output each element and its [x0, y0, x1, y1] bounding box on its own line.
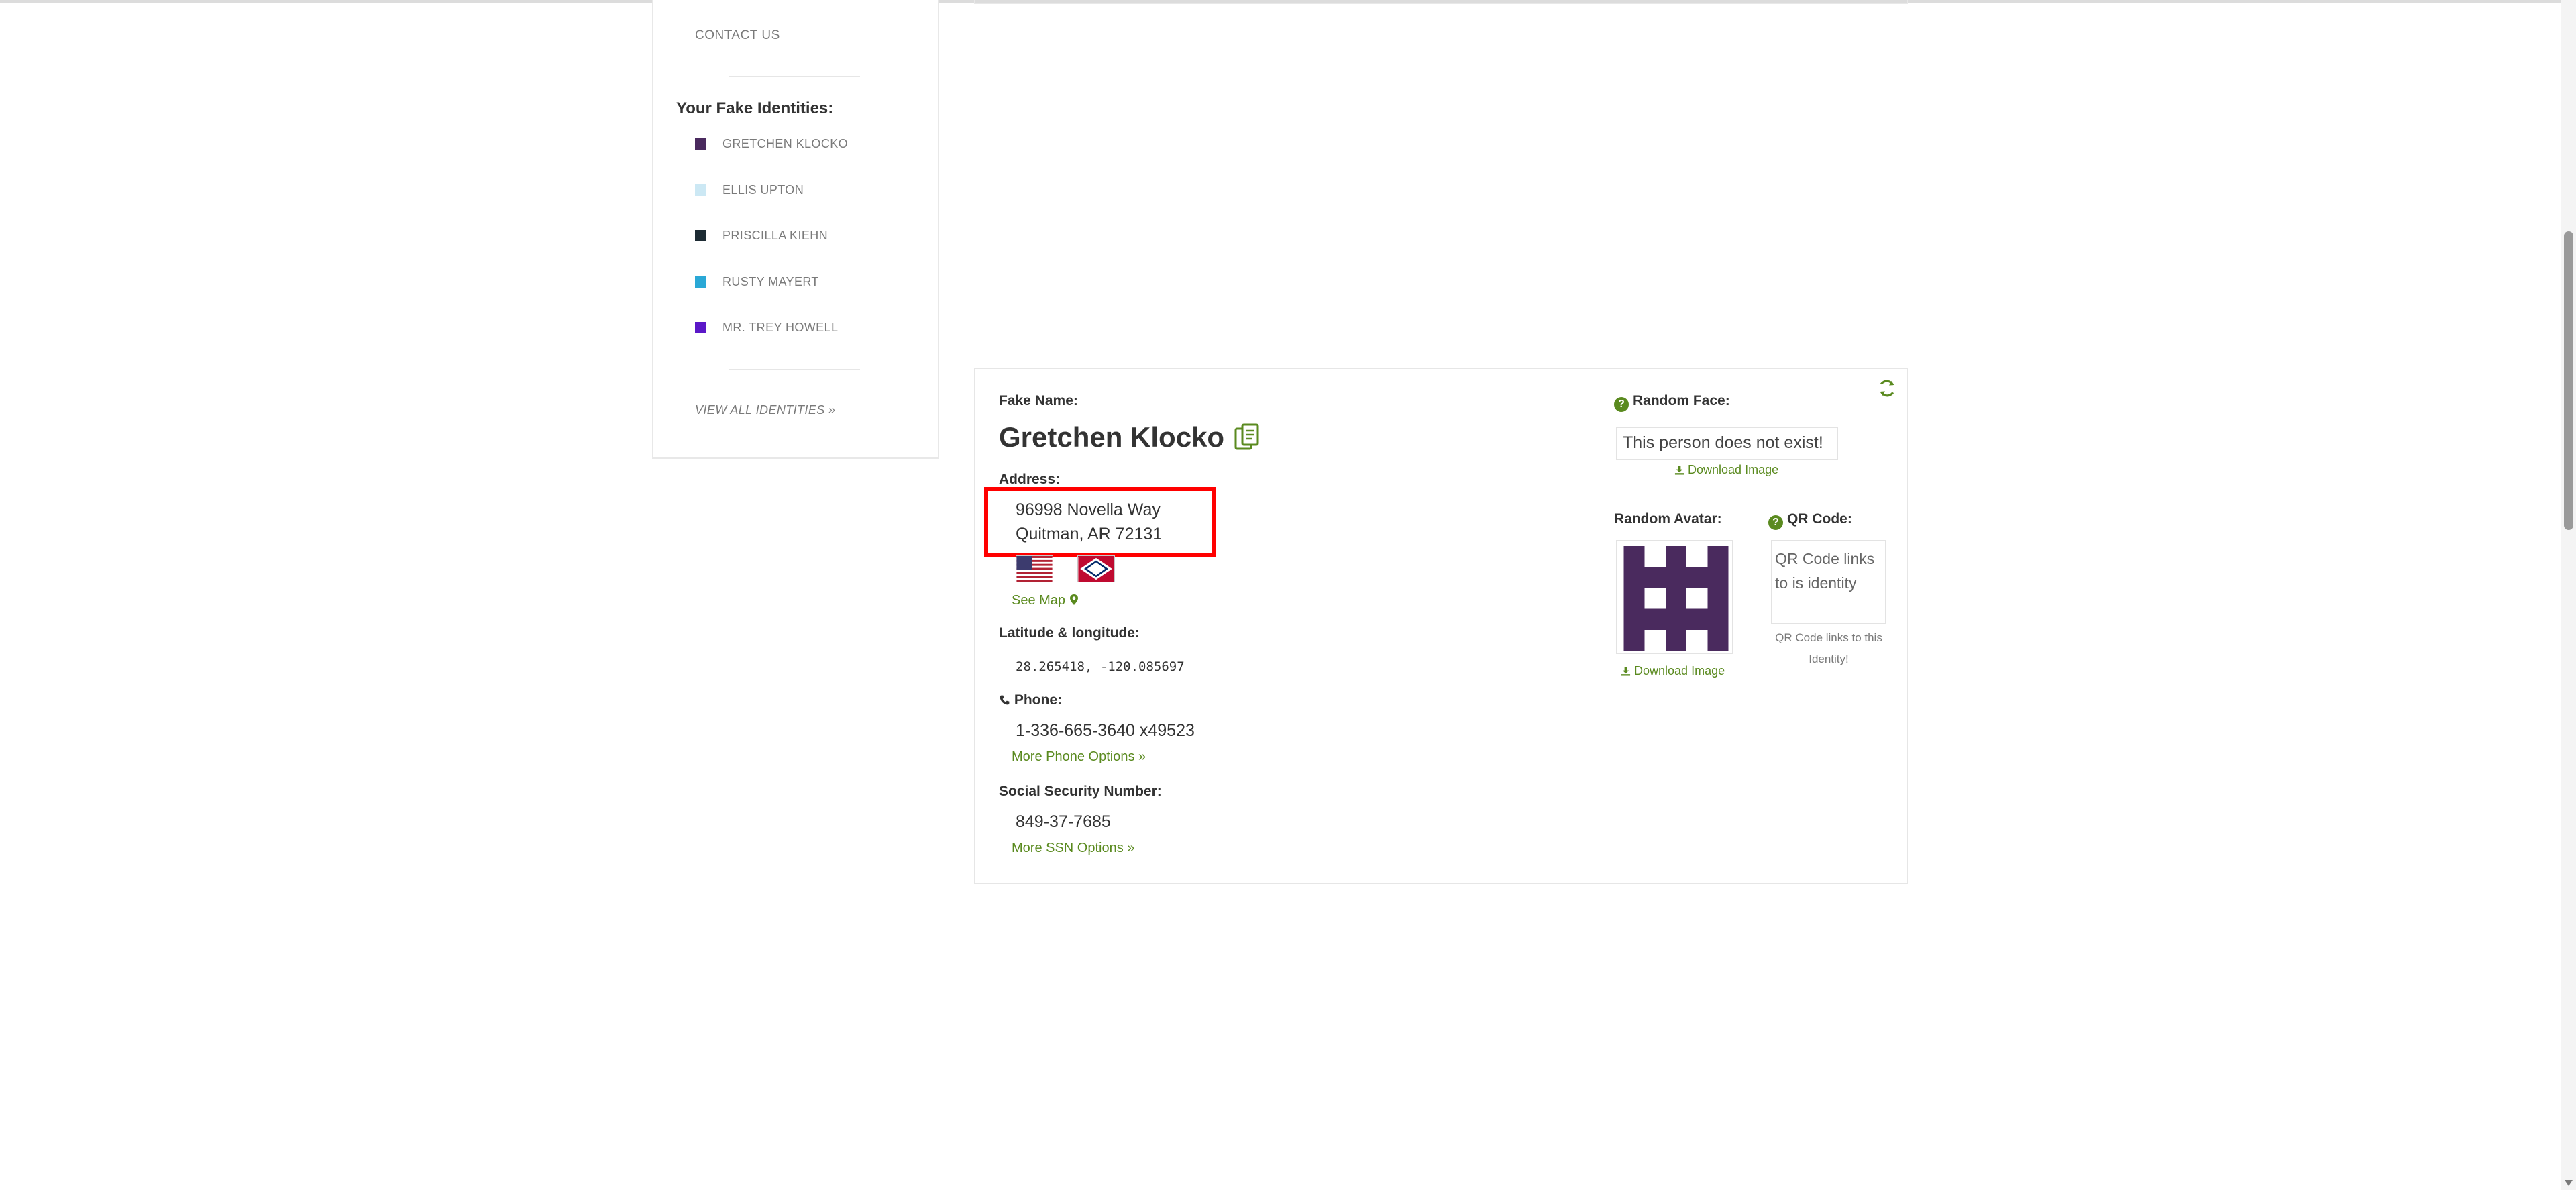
identities-heading: Your Fake Identities: — [676, 99, 834, 117]
random-face-label: Random Face: — [1633, 393, 1730, 409]
identity-item-label: MR. TREY HOWELL — [722, 320, 839, 334]
page: CONTACT US Your Fake Identities: GRETCHE… — [0, 0, 2576, 1190]
identity-swatch — [695, 321, 706, 333]
phone-value: 1-336-665-3640 x49523 — [1016, 721, 1195, 740]
scroll-down-arrow-icon[interactable] — [2565, 1180, 2573, 1186]
help-icon[interactable]: ? — [1614, 397, 1629, 412]
identity-item-priscilla-kiehn[interactable]: PRISCILLA KIEHN — [695, 225, 828, 246]
more-ssn-options-link[interactable]: More SSN Options » — [1012, 841, 1134, 856]
avatar-download-link[interactable]: Download Image — [1621, 664, 1725, 678]
more-phone-options-link[interactable]: More Phone Options » — [1012, 749, 1146, 765]
contact-us-link[interactable]: CONTACT US — [695, 28, 780, 43]
random-face-image: This person does not exist! — [1616, 427, 1838, 460]
identity-swatch — [695, 276, 706, 288]
arkansas-flag-icon — [1077, 555, 1115, 582]
fake-name-label: Fake Name: — [999, 393, 1078, 409]
identity-item-gretchen-klocko[interactable]: GRETCHEN KLOCKO — [695, 133, 848, 154]
face-download-label: Download Image — [1688, 463, 1779, 476]
latlong-value: 28.265418, -120.085697 — [1016, 659, 1185, 674]
identity-item-rusty-mayert[interactable]: RUSTY MAYERT — [695, 272, 819, 292]
qr-code-label: QR Code: — [1787, 511, 1852, 527]
copy-icon[interactable] — [1234, 423, 1260, 452]
qr-code-image: QR Code links to is identity — [1771, 540, 1886, 624]
latlong-label: Latitude & longitude: — [999, 625, 1140, 641]
phone-label-row: Phone: — [999, 692, 1062, 708]
avatar-download-label: Download Image — [1634, 664, 1725, 678]
address-label: Address: — [999, 472, 1061, 487]
view-all-identities-link[interactable]: VIEW ALL IDENTITIES » — [695, 403, 835, 417]
avatar-identicon — [1623, 546, 1729, 651]
identity-card: Fake Name: Gretchen Klocko Address: 9699… — [974, 368, 1908, 884]
identity-item-label: PRISCILLA KIEHN — [722, 228, 828, 242]
random-avatar-label: Random Avatar: — [1614, 511, 1722, 527]
upper-content-box — [974, 0, 1908, 4]
identity-item-mr-trey-howell[interactable]: MR. TREY HOWELL — [695, 317, 838, 337]
qr-caption: QR Code links to this Identity! — [1775, 631, 1882, 665]
sidebar-divider — [729, 76, 860, 77]
ssn-label: Social Security Number: — [999, 783, 1162, 799]
identity-item-label: GRETCHEN KLOCKO — [722, 136, 849, 150]
identity-item-ellis-upton[interactable]: ELLIS UPTON — [695, 180, 804, 200]
download-icon — [1674, 465, 1684, 475]
identity-name: Gretchen Klocko — [999, 421, 1225, 453]
phone-label: Phone: — [1014, 692, 1063, 708]
address-line2: Quitman, AR 72131 — [1016, 525, 1163, 543]
see-map-label: See Map — [1012, 593, 1066, 608]
identity-swatch — [695, 229, 706, 241]
random-face-label-row: ? Random Face: — [1614, 393, 1730, 412]
download-icon — [1621, 666, 1631, 676]
refresh-icon[interactable] — [1877, 378, 1897, 398]
qr-alt-text: QR Code links to is identity — [1775, 550, 1875, 592]
us-flag-icon — [1016, 555, 1053, 582]
see-map-link[interactable]: See Map — [1012, 593, 1079, 608]
qr-code-label-row: ? QR Code: — [1768, 511, 1852, 530]
phone-icon — [1000, 695, 1010, 705]
face-download-link[interactable]: Download Image — [1674, 463, 1778, 477]
identity-item-label: RUSTY MAYERT — [722, 274, 819, 288]
sidebar: CONTACT US Your Fake Identities: GRETCHE… — [652, 0, 939, 459]
scrollbar[interactable] — [2561, 0, 2576, 1190]
help-icon[interactable]: ? — [1768, 515, 1783, 530]
random-avatar-image — [1616, 540, 1733, 654]
address-line1: 96998 Novella Way — [1016, 500, 1161, 519]
scrollbar-thumb[interactable] — [2564, 231, 2573, 530]
identity-swatch — [695, 184, 706, 196]
face-alt-text: This person does not exist! — [1623, 433, 1823, 452]
ssn-value: 849-37-7685 — [1016, 812, 1111, 831]
sidebar-divider — [729, 369, 860, 370]
identity-item-label: ELLIS UPTON — [722, 182, 804, 197]
identity-swatch — [695, 138, 706, 150]
address-highlight-box — [984, 487, 1216, 557]
map-marker-icon — [1069, 594, 1078, 605]
